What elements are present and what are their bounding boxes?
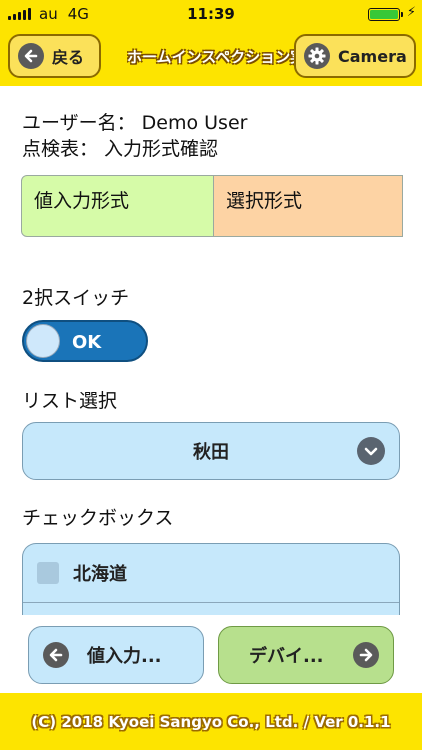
- bottom-navigation: 値入力... デバイ...: [0, 615, 422, 693]
- prev-section-label: 値入力...: [87, 646, 162, 667]
- switch-knob: [26, 324, 60, 358]
- signal-strength-icon: [8, 8, 31, 20]
- list-select-section-label: リスト選択: [22, 390, 118, 412]
- network-type: 4G: [67, 5, 89, 23]
- input-type-tabs: 値入力形式 選択形式: [21, 175, 403, 237]
- battery-icon: [368, 8, 403, 21]
- status-bar: au 4G 11:39 ⚡: [0, 0, 422, 28]
- switch-value: OK: [72, 332, 102, 353]
- camera-button-label: Camera: [338, 46, 407, 66]
- back-button[interactable]: 戻る: [8, 34, 101, 78]
- status-time: 11:39: [187, 5, 235, 23]
- binary-switch[interactable]: OK: [22, 320, 148, 362]
- chevron-down-icon: [357, 437, 385, 465]
- user-name-line: ユーザー名： Demo User: [22, 112, 248, 134]
- toggle-section-label: 2択スイッチ: [22, 287, 130, 309]
- tab-value-input[interactable]: 値入力形式: [21, 175, 214, 237]
- next-section-button[interactable]: デバイ...: [218, 626, 394, 684]
- checkbox-list: 北海道: [22, 543, 400, 623]
- app-header: 戻る ホームインスペクション実施 Camera: [0, 28, 422, 86]
- checkbox-section-label: チェックボックス: [22, 507, 174, 529]
- charging-bolt-icon: ⚡: [406, 5, 416, 20]
- list-select-dropdown[interactable]: 秋田: [22, 422, 400, 480]
- list-select-value: 秋田: [193, 442, 229, 463]
- checkbox-label: 北海道: [73, 564, 127, 585]
- checklist-name-line: 点検表： 入力形式確認: [22, 138, 219, 160]
- prev-section-button[interactable]: 値入力...: [28, 626, 204, 684]
- checkbox-square-icon: [37, 562, 59, 584]
- arrow-left-icon: [18, 43, 44, 69]
- next-section-label: デバイ...: [249, 646, 324, 667]
- camera-button[interactable]: Camera: [294, 34, 416, 78]
- back-button-label: 戻る: [52, 48, 85, 67]
- checkbox-item[interactable]: 北海道: [23, 544, 399, 603]
- arrow-right-icon: [353, 642, 379, 668]
- tab-selection[interactable]: 選択形式: [214, 175, 403, 237]
- gear-icon: [304, 43, 330, 69]
- copyright-footer: (C) 2018 Kyoei Sangyo Co., Ltd. / Ver 0.…: [0, 693, 422, 750]
- arrow-left-icon: [43, 642, 69, 668]
- carrier-label: au: [39, 5, 58, 23]
- page-title: ホームインスペクション実施: [127, 48, 295, 66]
